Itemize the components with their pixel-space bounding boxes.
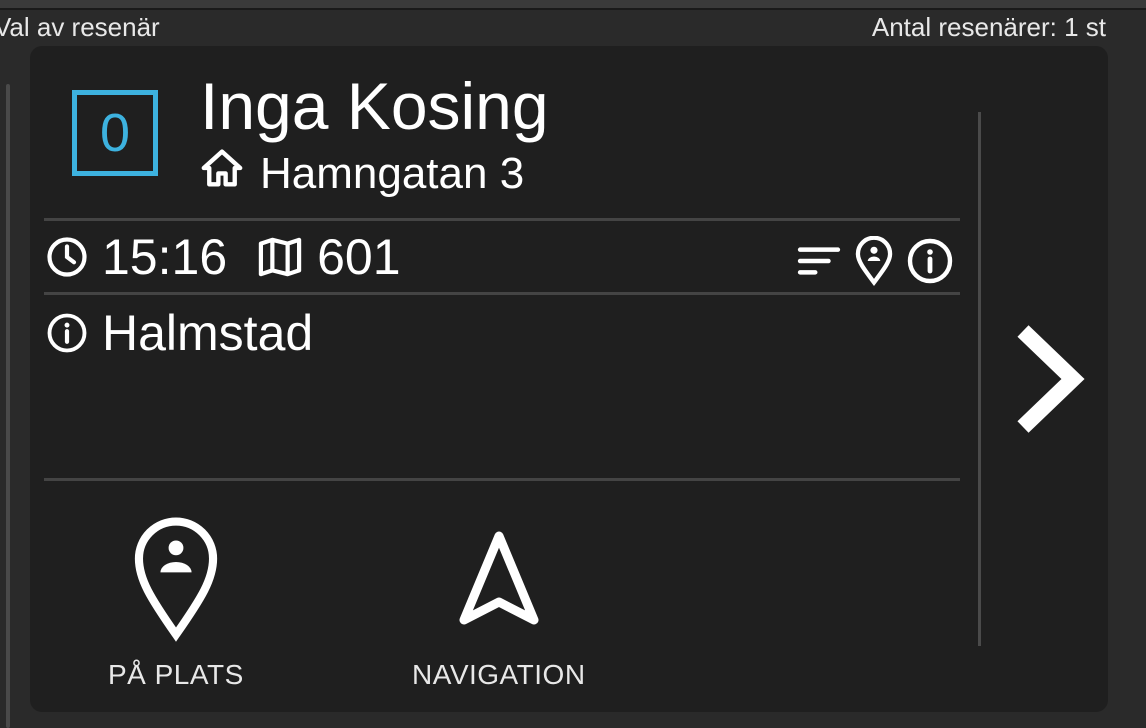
info-icon — [46, 312, 88, 354]
page-title: Val av resenär — [0, 12, 160, 42]
person-pin-icon — [131, 516, 221, 649]
on-site-button[interactable]: PÅ PLATS — [108, 516, 244, 691]
divider — [44, 292, 960, 295]
person-pin-icon[interactable] — [852, 235, 896, 291]
traveler-name: Inga Kosing — [200, 69, 549, 143]
sort-icon[interactable] — [796, 244, 842, 283]
on-site-label: PÅ PLATS — [108, 659, 244, 690]
seat-badge: 0 — [72, 90, 158, 176]
seat-badge-number: 0 — [99, 103, 131, 163]
traveler-count: Antal resenärer: 1 st — [871, 12, 1106, 42]
map-code: 601 — [317, 229, 401, 285]
navigation-arrow-icon — [454, 516, 544, 649]
traveler-card[interactable]: 0 Inga Kosing Hamngatan 3 15:16 601 Halm… — [30, 46, 1108, 712]
top-bar — [0, 0, 1146, 10]
clock-icon — [46, 236, 88, 278]
navigation-label: NAVIGATION — [412, 659, 586, 690]
pickup-time: 15:16 — [102, 229, 228, 285]
address-row: Hamngatan 3 — [200, 148, 524, 199]
info-text: Halmstad — [102, 305, 314, 361]
next-button[interactable] — [1008, 324, 1088, 436]
row-actions — [796, 235, 954, 291]
vertical-divider — [978, 112, 981, 646]
scrollbar[interactable] — [6, 84, 10, 728]
info-icon[interactable] — [906, 237, 954, 290]
divider — [44, 478, 960, 481]
info-row: Halmstad — [46, 304, 313, 362]
time-map-row: 15:16 601 — [46, 228, 401, 286]
home-icon — [200, 148, 244, 199]
navigation-button[interactable]: NAVIGATION — [412, 516, 586, 691]
chevron-right-icon — [1011, 323, 1085, 440]
divider — [44, 218, 960, 221]
map-icon — [257, 236, 303, 278]
address-text: Hamngatan 3 — [260, 148, 525, 198]
